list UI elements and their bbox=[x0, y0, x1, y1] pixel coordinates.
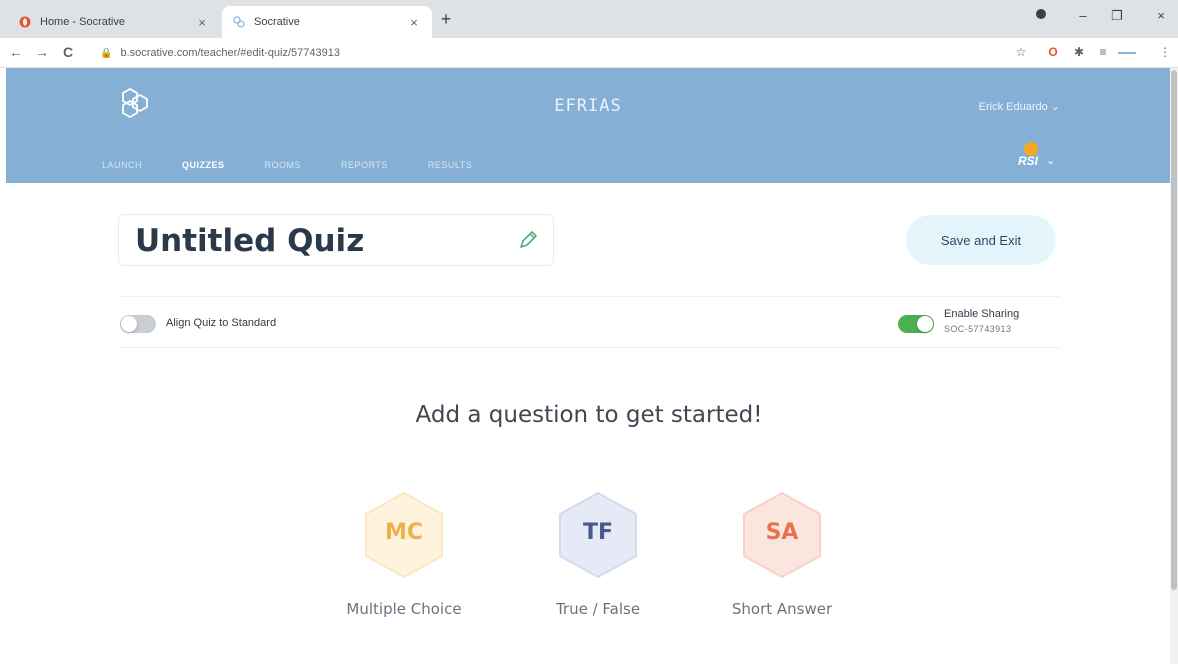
page-scrollbar[interactable] bbox=[1170, 68, 1178, 664]
toggle-knob bbox=[121, 316, 137, 332]
reload-button[interactable]: C bbox=[58, 44, 78, 60]
pencil-icon[interactable] bbox=[517, 229, 539, 251]
save-and-exit-button[interactable]: Save and Exit bbox=[906, 215, 1056, 265]
app-header: EFRIAS Erick Eduardo ⌄ LAUNCH QUIZZES RO… bbox=[6, 68, 1170, 188]
align-standard-label: Align Quiz to Standard bbox=[166, 317, 277, 329]
browser-tab-bar: Home - Socrative × Socrative × + – ❐ × bbox=[0, 0, 1178, 38]
maximize-button[interactable]: ❐ bbox=[1102, 8, 1132, 24]
main-nav: LAUNCH QUIZZES ROOMS REPORTS RESULTS bbox=[102, 156, 512, 188]
tab-quizzes[interactable]: QUIZZES bbox=[166, 156, 240, 188]
mc-hexagon-icon: MC bbox=[362, 490, 446, 580]
opera-icon[interactable]: O bbox=[1044, 45, 1062, 59]
multiple-choice-button[interactable]: MC Multiple Choice bbox=[324, 490, 484, 618]
close-window-button[interactable]: × bbox=[1146, 8, 1176, 23]
opera-icon bbox=[18, 15, 32, 29]
chevron-down-icon: ⌄ bbox=[1046, 155, 1056, 167]
empty-state-prompt: Add a question to get started! bbox=[415, 402, 763, 428]
browser-tab-socrative[interactable]: Socrative × bbox=[222, 6, 432, 38]
sa-abbr: SA bbox=[765, 520, 799, 545]
user-menu[interactable]: Erick Eduardo ⌄ bbox=[979, 100, 1060, 113]
tab-rooms[interactable]: ROOMS bbox=[265, 156, 302, 180]
share-code: SOC-57743913 bbox=[944, 324, 1012, 334]
mc-label: Multiple Choice bbox=[346, 600, 462, 618]
address-bar: ← → C 🔒 b.socrative.com/teacher/#edit-qu… bbox=[0, 38, 1178, 68]
star-icon[interactable]: ☆ bbox=[1012, 45, 1030, 59]
browser-tab-home[interactable]: Home - Socrative × bbox=[8, 6, 220, 38]
new-tab-button[interactable]: + bbox=[436, 10, 456, 30]
toggle-knob bbox=[917, 316, 933, 332]
chevron-down-icon: ⌄ bbox=[1050, 101, 1060, 113]
tab-title: Home - Socrative bbox=[40, 16, 125, 28]
lock-icon: 🔒 bbox=[100, 47, 113, 59]
tf-abbr: TF bbox=[582, 520, 614, 545]
extension-icon[interactable] bbox=[1118, 45, 1136, 59]
extensions-icon[interactable]: ✱ bbox=[1070, 45, 1088, 59]
enable-sharing-label: Enable Sharing bbox=[944, 308, 1020, 320]
tab-reports[interactable]: REPORTS bbox=[341, 156, 388, 180]
true-false-button[interactable]: TF True / False bbox=[518, 490, 678, 618]
short-answer-button[interactable]: SA Short Answer bbox=[702, 490, 862, 618]
user-name: Erick Eduardo bbox=[978, 101, 1048, 113]
account-icon[interactable] bbox=[1026, 8, 1056, 23]
menu-icon[interactable]: ⋮ bbox=[1156, 45, 1174, 59]
enable-sharing-toggle[interactable] bbox=[898, 315, 934, 333]
sa-hexagon-icon: SA bbox=[740, 490, 824, 580]
tf-label: True / False bbox=[555, 600, 641, 618]
tf-hexagon-icon: TF bbox=[556, 490, 640, 580]
tab-results[interactable]: RESULTS bbox=[428, 156, 472, 180]
account-menu[interactable]: RSI ⌄ bbox=[1014, 142, 1058, 170]
minimize-button[interactable]: – bbox=[1068, 8, 1098, 23]
socrative-icon bbox=[232, 15, 246, 29]
playlist-icon[interactable]: ≡ bbox=[1094, 45, 1112, 59]
tab-title: Socrative bbox=[254, 16, 300, 28]
close-icon[interactable]: × bbox=[406, 15, 422, 30]
quiz-settings-row: Align Quiz to Standard Enable Sharing SO… bbox=[118, 296, 1060, 348]
forward-button[interactable]: → bbox=[32, 44, 52, 60]
tab-launch[interactable]: LAUNCH bbox=[102, 156, 142, 180]
url-text: b.socrative.com/teacher/#edit-quiz/57743… bbox=[120, 47, 340, 59]
scrollbar-thumb[interactable] bbox=[1171, 70, 1177, 590]
avatar: RSI bbox=[1018, 154, 1039, 168]
sa-label: Short Answer bbox=[731, 600, 833, 618]
quiz-title: Untitled Quiz bbox=[135, 223, 365, 259]
mc-abbr: MC bbox=[384, 520, 424, 545]
close-icon[interactable]: × bbox=[194, 15, 210, 30]
align-standard-toggle[interactable] bbox=[120, 315, 156, 333]
url-input[interactable]: 🔒 b.socrative.com/teacher/#edit-quiz/577… bbox=[100, 42, 990, 64]
back-button[interactable]: ← bbox=[6, 44, 26, 60]
quiz-title-field[interactable]: Untitled Quiz bbox=[118, 214, 554, 266]
